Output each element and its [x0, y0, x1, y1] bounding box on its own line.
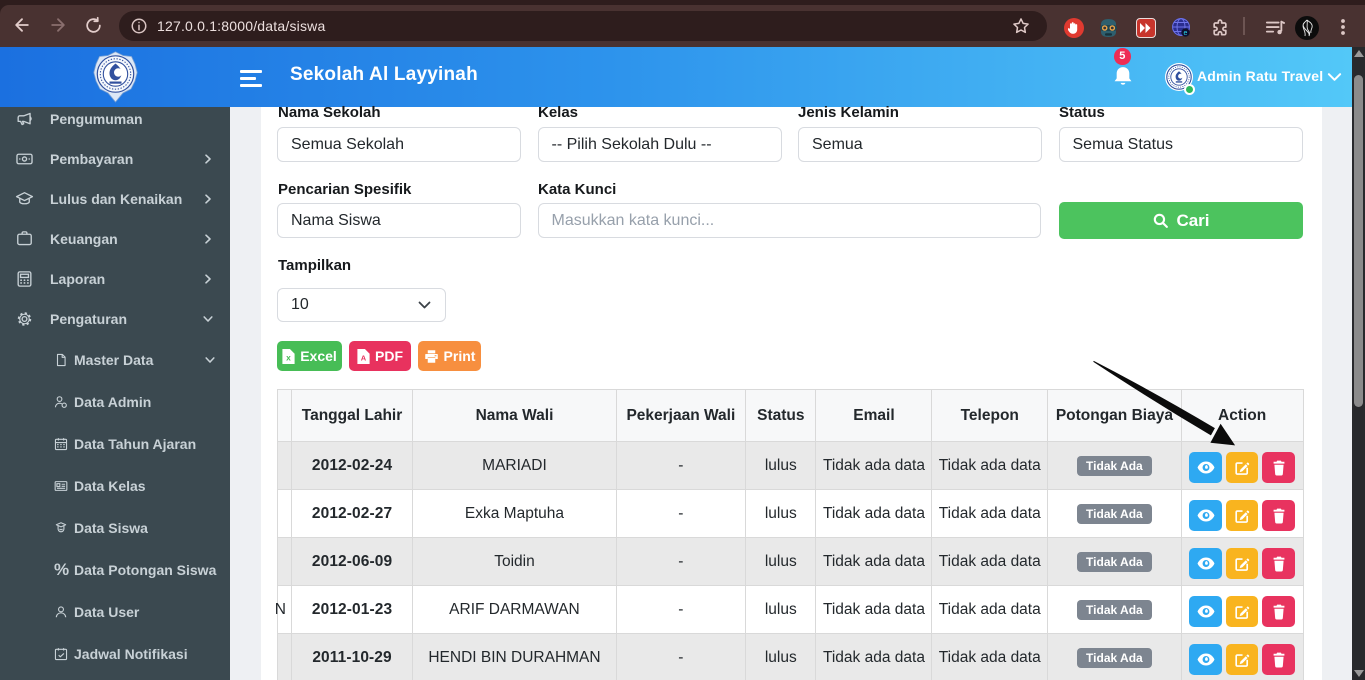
svg-text:A: A	[361, 353, 367, 362]
svg-text:e: e	[1184, 30, 1188, 37]
svg-text:x: x	[286, 352, 291, 362]
